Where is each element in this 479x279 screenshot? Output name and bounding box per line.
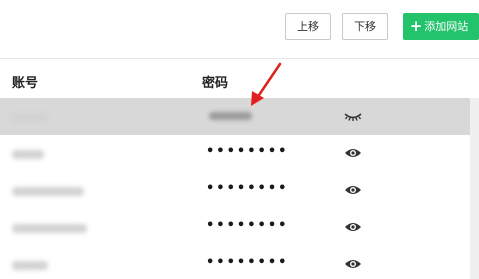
- table-row[interactable]: ••••••••: [0, 135, 479, 172]
- toolbar: 上移 下移 + 添加网站: [0, 13, 479, 40]
- blurred-account: [12, 224, 87, 233]
- table-row[interactable]: ••••••••: [0, 172, 479, 209]
- masked-password: ••••••••: [206, 218, 289, 233]
- column-header-account: 账号: [12, 76, 39, 91]
- eye-icon[interactable]: [344, 183, 362, 197]
- plus-icon: +: [409, 17, 423, 35]
- eye-closed-icon[interactable]: [344, 109, 362, 123]
- table-row[interactable]: ••••••••: [0, 209, 479, 246]
- add-site-label: 添加网站: [424, 20, 469, 33]
- blurred-password: [209, 112, 252, 120]
- masked-password: ••••••••: [206, 181, 289, 196]
- table-row[interactable]: [0, 98, 470, 135]
- column-header-password: 密码: [202, 76, 229, 91]
- eye-icon[interactable]: [344, 257, 362, 271]
- blurred-account: [12, 187, 84, 196]
- masked-password: ••••••••: [206, 255, 289, 270]
- eye-icon[interactable]: [344, 146, 362, 160]
- blurred-account: [12, 261, 48, 270]
- eye-icon[interactable]: [344, 220, 362, 234]
- move-up-button[interactable]: 上移: [285, 13, 331, 40]
- password-manager-panel: 上移 下移 + 添加网站 账号 密码 •••••••• •••••••• •••…: [0, 0, 479, 279]
- blurred-account: [12, 150, 44, 159]
- scrollbar[interactable]: [470, 98, 479, 279]
- masked-password: ••••••••: [206, 144, 289, 159]
- add-site-button[interactable]: + 添加网站: [403, 13, 479, 40]
- blurred-account: [12, 113, 48, 122]
- annotation-arrow-icon: [251, 62, 282, 106]
- table-row[interactable]: ••••••••: [0, 246, 479, 279]
- move-down-button[interactable]: 下移: [342, 13, 388, 40]
